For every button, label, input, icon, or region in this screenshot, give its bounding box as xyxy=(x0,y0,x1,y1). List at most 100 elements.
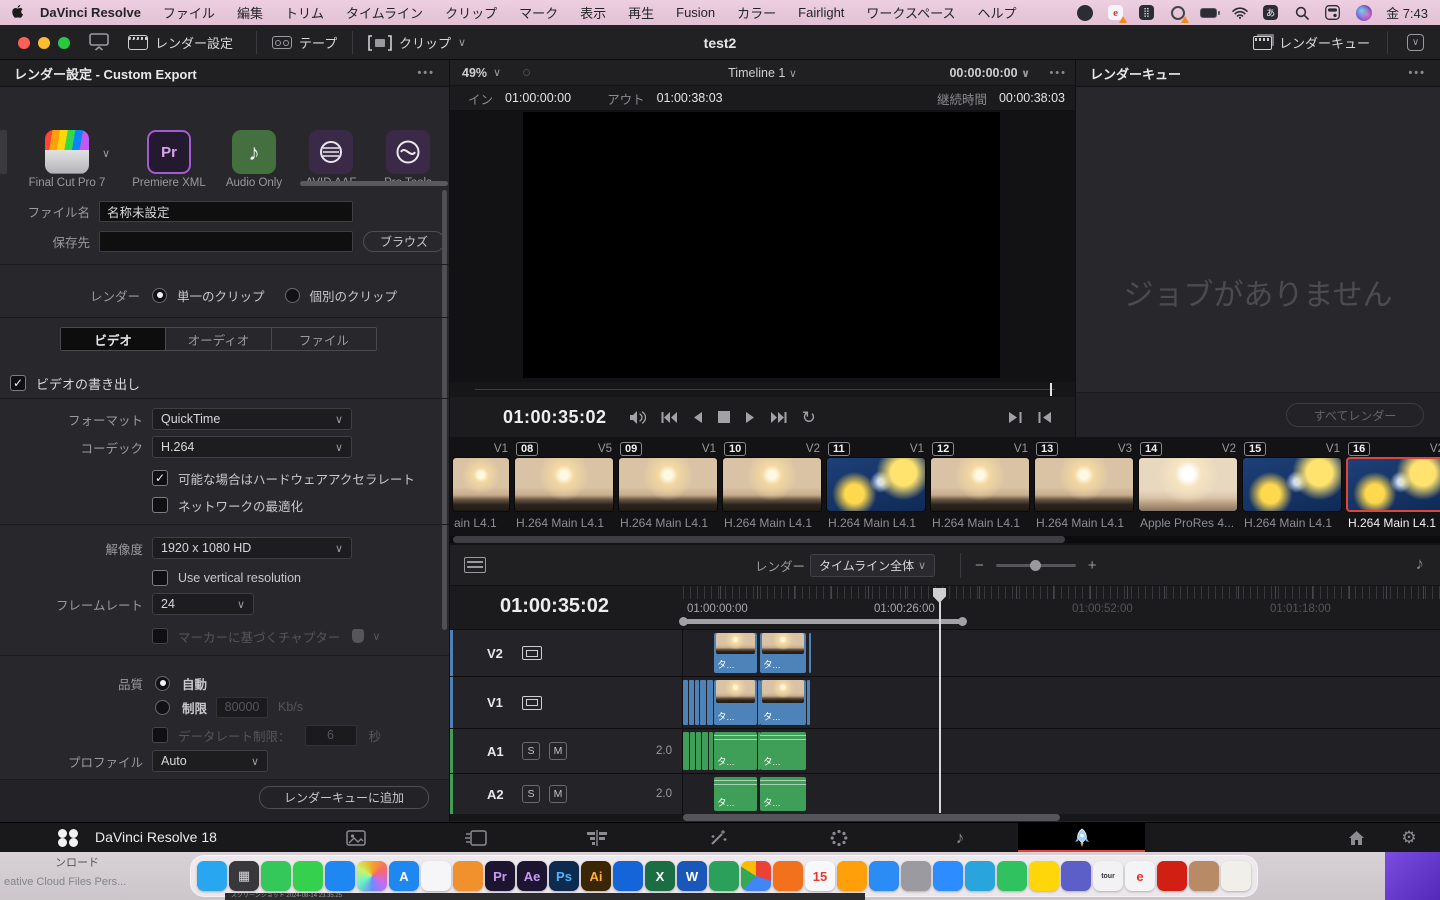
chevron-down-icon[interactable]: ∨ xyxy=(372,630,380,643)
dock-icon-photoshop[interactable]: Ps xyxy=(549,861,579,891)
spotlight-icon[interactable] xyxy=(1293,4,1310,21)
filename-input[interactable]: 名称未設定 xyxy=(99,201,353,222)
menu-view[interactable]: 表示 xyxy=(580,3,606,22)
timeline-clip[interactable]: タ... xyxy=(714,680,757,725)
individual-clips-radio[interactable] xyxy=(285,288,300,303)
audio-note-icon[interactable]: ♪ xyxy=(1416,554,1425,574)
dock-icon-chrome[interactable] xyxy=(741,861,771,891)
dock-icon-safari[interactable] xyxy=(869,861,899,891)
dock-icon-blue-app[interactable] xyxy=(613,861,643,891)
dock-icon-excel[interactable]: X xyxy=(645,861,675,891)
track-header[interactable]: A1SM2.0 xyxy=(450,729,683,773)
render-queue-toggle-button[interactable]: レンダーキュー xyxy=(1253,25,1370,60)
clip-thumbnail[interactable] xyxy=(618,457,718,512)
dock-icon-finder[interactable] xyxy=(197,861,227,891)
clip-thumbnail[interactable] xyxy=(514,457,614,512)
hw-accel-checkbox[interactable]: ✓ xyxy=(152,470,168,486)
chapters-checkbox[interactable]: ✓ xyxy=(152,628,168,644)
track-lane[interactable]: タ...タ... xyxy=(683,630,1440,676)
wifi-icon[interactable] xyxy=(1231,4,1248,21)
menu-fusion[interactable]: Fusion xyxy=(676,5,715,20)
clip-mode-button[interactable]: クリップ ∨ xyxy=(368,25,466,60)
datarate-input[interactable]: 6 xyxy=(305,725,357,746)
preset-audio-icon[interactable]: ♪ xyxy=(232,130,276,174)
clip-thumbnail[interactable] xyxy=(722,457,822,512)
dock-icon-calendar-white[interactable] xyxy=(421,861,451,891)
go-to-start-icon[interactable] xyxy=(661,411,677,424)
dock-icon-photos[interactable] xyxy=(357,861,387,891)
panel-options-icon[interactable]: ••• xyxy=(417,67,435,79)
network-opt-checkbox[interactable]: ✓ xyxy=(152,497,168,513)
page-edit-button[interactable] xyxy=(580,826,614,850)
clip-cell[interactable]: 16V2H.264 Main L4.1 xyxy=(1346,440,1440,530)
tab-file[interactable]: ファイル xyxy=(272,328,376,350)
dock-icon-eset[interactable]: e xyxy=(1125,861,1155,891)
dock-icon-illustrator[interactable]: Ai xyxy=(581,861,611,891)
quality-limit-radio[interactable] xyxy=(155,700,170,715)
clip-thumbnail[interactable] xyxy=(930,457,1030,512)
clip-cell[interactable]: 12V1H.264 Main L4.1 xyxy=(930,440,1030,530)
timeline-clip[interactable]: タ... xyxy=(714,633,757,673)
home-button[interactable] xyxy=(1339,826,1373,850)
ime-icon[interactable]: あ xyxy=(1262,4,1279,21)
profile-dropdown[interactable]: Auto∨ xyxy=(152,750,268,772)
menu-clip[interactable]: クリップ xyxy=(445,3,497,22)
timeline-zoom-slider[interactable] xyxy=(996,564,1076,567)
dock-icon-telegram[interactable] xyxy=(965,861,995,891)
bitrate-input[interactable]: 80000 xyxy=(216,697,268,718)
render-all-button[interactable]: すべてレンダー xyxy=(1286,403,1424,427)
dock-icon-settings[interactable] xyxy=(901,861,931,891)
dock-icon-firefox[interactable] xyxy=(773,861,803,891)
dock-icon-acrobat[interactable] xyxy=(1157,861,1187,891)
location-input[interactable] xyxy=(99,231,353,252)
dock-icon-white-jar[interactable] xyxy=(1221,861,1251,891)
viewer-timecode-top[interactable]: 00:00:00:00 ∨ xyxy=(949,66,1030,80)
scrub-bar[interactable] xyxy=(450,382,1075,397)
dock-icon-calendar[interactable]: 15 xyxy=(805,861,835,891)
viewer-options-icon[interactable]: ••• xyxy=(1049,67,1067,79)
menu-file[interactable]: ファイル xyxy=(163,3,215,22)
clip-thumbnail[interactable] xyxy=(452,457,510,512)
dock-icon-messages[interactable] xyxy=(293,861,323,891)
track-header[interactable]: V2 xyxy=(450,630,683,676)
apple-logo-icon[interactable] xyxy=(12,5,26,21)
timeline-clip[interactable]: タ... xyxy=(760,777,806,811)
single-clip-radio[interactable] xyxy=(152,288,167,303)
resolution-dropdown[interactable]: 1920 x 1080 HD∨ xyxy=(152,537,352,559)
battery-icon[interactable] xyxy=(1200,4,1217,21)
track-header[interactable]: A2SM2.0 xyxy=(450,774,683,814)
browse-button[interactable]: ブラウズ xyxy=(363,231,445,252)
menu-app-name[interactable]: DaVinci Resolve xyxy=(40,5,141,20)
codec-dropdown[interactable]: H.264∨ xyxy=(152,436,352,458)
page-deliver-button[interactable] xyxy=(1018,823,1145,853)
clip-thumbnail[interactable] xyxy=(1138,457,1238,512)
first-frame-icon[interactable] xyxy=(1038,411,1051,424)
format-dropdown[interactable]: QuickTime∨ xyxy=(152,408,352,430)
menu-timeline[interactable]: タイムライン xyxy=(346,3,423,22)
audio-mute-icon[interactable] xyxy=(629,410,646,425)
menu-playback[interactable]: 再生 xyxy=(628,3,654,22)
clip-thumbnail[interactable] xyxy=(1034,457,1134,512)
go-to-end-icon[interactable] xyxy=(771,411,787,424)
tab-audio[interactable]: オーディオ xyxy=(166,328,271,350)
dock-icon-zoom[interactable] xyxy=(933,861,963,891)
dock-icon-notes[interactable] xyxy=(1029,861,1059,891)
timeline-clip[interactable]: タ... xyxy=(760,633,806,673)
dock-icon-numbers[interactable] xyxy=(997,861,1027,891)
dock-icon-tourbox[interactable]: tour xyxy=(1093,861,1123,891)
menu-help[interactable]: ヘルプ xyxy=(977,3,1016,22)
clip-thumbnail[interactable] xyxy=(826,457,926,512)
solo-button[interactable]: S xyxy=(522,742,540,760)
dock-icon-launchpad[interactable]: ▦ xyxy=(229,861,259,891)
clip-cell[interactable]: 15V1H.264 Main L4.1 xyxy=(1242,440,1342,530)
solo-button[interactable]: S xyxy=(522,785,540,803)
vertical-res-checkbox[interactable]: ✓ xyxy=(152,570,168,586)
timeline-clip[interactable]: タ... xyxy=(714,732,757,770)
mute-button[interactable]: M xyxy=(549,742,567,760)
clip-thumbnail[interactable] xyxy=(1346,457,1440,512)
dock-icon-orange-app[interactable] xyxy=(453,861,483,891)
framerate-dropdown[interactable]: 24∨ xyxy=(152,593,254,615)
clip-cell[interactable]: 14V2Apple ProRes 4... xyxy=(1138,440,1238,530)
datarate-checkbox[interactable]: ✓ xyxy=(152,727,168,743)
menu-workspace[interactable]: ワークスペース xyxy=(866,3,955,22)
